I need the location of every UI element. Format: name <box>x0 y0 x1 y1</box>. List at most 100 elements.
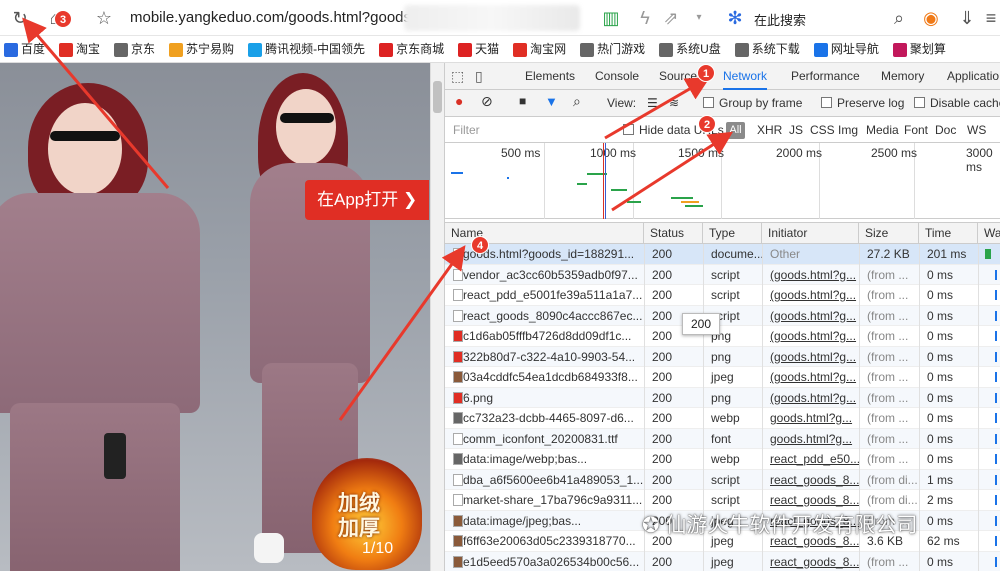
col-waterfall[interactable]: Wat <box>978 223 1000 244</box>
cell-name: 03a4cddfc54ea1dcdb684933f8... <box>463 370 638 384</box>
cell-initiator[interactable]: react_goods_8... <box>766 470 859 490</box>
filter-type-media[interactable]: Media <box>866 123 899 137</box>
filter-type-font[interactable]: Font <box>904 123 928 137</box>
request-row[interactable]: 322b80d7-c322-4a10-9903-54... 200 png (good… <box>445 346 1000 367</box>
col-status[interactable]: Status <box>644 223 703 244</box>
bookmark-item[interactable]: 聚划算 <box>889 36 946 62</box>
bookmark-item[interactable]: 天猫 <box>454 36 499 62</box>
request-row[interactable]: 6.png 200 png (goods.html?g... (from ... 0 ms <box>445 387 1000 408</box>
preserve-log-checkbox[interactable]: Preserve log <box>821 96 904 110</box>
inspect-icon[interactable]: ⬚ <box>451 63 464 90</box>
cell-initiator[interactable]: goods.html?g... <box>766 408 859 428</box>
timeline-overview[interactable]: 500 ms 1000 ms 1500 ms 2000 ms 2500 ms 3000 m… <box>445 143 1000 219</box>
cell-initiator[interactable]: (goods.html?g... <box>766 388 859 408</box>
filter-type-css[interactable]: CSS <box>810 123 835 137</box>
request-row[interactable]: 03a4cddfc54ea1dcdb684933f8... 200 jpeg (goo… <box>445 367 1000 388</box>
request-row[interactable]: e1d5eed570a3a026534b00c56... 200 jpeg react… <box>445 551 1000 571</box>
cell-initiator[interactable]: (goods.html?g... <box>766 265 859 285</box>
cell-initiator[interactable]: (goods.html?g... <box>766 347 859 367</box>
devtools-panel: ⬚ ▯ Elements Console Sources Network Per… <box>444 63 1000 571</box>
bookmark-item[interactable]: 京东商城 <box>375 36 444 62</box>
col-time[interactable]: Time <box>919 223 978 244</box>
bookmark-item[interactable]: 腾讯视频-中国领先 <box>244 36 365 62</box>
cell-initiator[interactable]: goods.html?g... <box>766 429 859 449</box>
bookmark-item[interactable]: 系统U盘 <box>655 36 721 62</box>
device-toolbar-icon[interactable]: ▯ <box>475 63 483 90</box>
large-rows-icon[interactable]: ☰ <box>647 96 658 110</box>
tab-memory[interactable]: Memory <box>881 63 924 90</box>
timeline-tick: 1000 ms <box>590 146 637 160</box>
filter-type-js[interactable]: JS <box>789 123 803 137</box>
cell-initiator[interactable]: (goods.html?g... <box>766 285 859 305</box>
cell-initiator[interactable]: Other <box>766 244 859 264</box>
tab-application[interactable]: Applicatio <box>947 63 999 90</box>
group-by-frame-checkbox[interactable]: Group by frame <box>703 96 802 110</box>
cell-initiator[interactable]: react_pdd_e50... <box>766 449 859 469</box>
cell-initiator[interactable]: react_goods_8... <box>766 490 859 510</box>
share-icon[interactable]: ⇗ <box>660 7 682 29</box>
scroll-thumb[interactable] <box>433 81 442 113</box>
bookmark-label: 系统U盘 <box>676 42 721 56</box>
tab-console[interactable]: Console <box>595 63 639 90</box>
timeline-segment <box>587 173 607 175</box>
tab-network[interactable]: Network <box>723 63 768 90</box>
bookmark-item[interactable]: 网址导航 <box>810 36 879 62</box>
bookmark-item[interactable]: 京东 <box>110 36 155 62</box>
request-row[interactable]: dba_a6f5600ee6b41a489053_1... 200 script re… <box>445 469 1000 490</box>
request-row[interactable]: react_pdd_e5001fe39a511a1a7... 200 script (… <box>445 285 1000 306</box>
page-scrollbar[interactable] <box>430 63 444 571</box>
cell-initiator[interactable]: (goods.html?g... <box>766 306 859 326</box>
star-icon[interactable]: ☆ <box>93 7 115 29</box>
filter-type-ws[interactable]: WS <box>967 123 986 137</box>
filter-input[interactable]: Filter <box>453 123 480 137</box>
lightning-icon[interactable]: ϟ <box>634 7 656 29</box>
request-row[interactable]: comm_iconfont_20200831.ttf 200 font goods.h… <box>445 428 1000 449</box>
tab-sources[interactable]: Sources <box>659 63 703 90</box>
request-row[interactable]: react_goods_8090c4accc867ec... 200 script(… <box>445 305 1000 326</box>
bookmark-item[interactable]: 系统下载 <box>731 36 800 62</box>
cell-initiator[interactable]: (goods.html?g... <box>766 367 859 387</box>
col-size[interactable]: Size <box>859 223 919 244</box>
tab-performance[interactable]: Performance <box>791 63 860 90</box>
dropdown-icon[interactable]: ▾ <box>688 7 710 29</box>
filter-type-doc[interactable]: Doc <box>935 123 956 137</box>
request-row[interactable]: cc732a23-dcbb-4465-8097-d6... 200 webp good… <box>445 408 1000 429</box>
cell-initiator[interactable]: react_goods_8... <box>766 552 859 571</box>
cell-initiator[interactable]: (goods.html?g... <box>766 326 859 346</box>
request-row[interactable]: vendor_ac3cc60b5359adb0f97... 200 script (g… <box>445 264 1000 285</box>
filter-icon[interactable]: ▼ <box>545 94 558 109</box>
baidu-paw-icon[interactable]: ✻ <box>724 7 746 29</box>
bookmark-item[interactable]: 热门游戏 <box>576 36 645 62</box>
col-initiator[interactable]: Initiator <box>762 223 859 244</box>
clear-icon[interactable]: ⊘ <box>481 93 493 110</box>
open-in-app-button[interactable]: 在App打开 ❯ <box>305 180 429 220</box>
col-type[interactable]: Type <box>703 223 762 244</box>
overview-icon[interactable]: ≋ <box>669 96 679 110</box>
request-row[interactable]: goods.html?goods_id=188291... 200 docume..… <box>445 244 1000 265</box>
filter-type-xhr[interactable]: XHR <box>757 123 782 137</box>
request-row[interactable]: c1d6ab05fffb4726d8dd09df1c... 200 png (good… <box>445 326 1000 347</box>
screenshot-icon[interactable]: ■ <box>519 94 526 108</box>
bookmark-item[interactable]: 苏宁易购 <box>165 36 234 62</box>
cell-size: 27.2 KB <box>867 247 910 261</box>
menu-icon[interactable]: ≡ <box>980 7 1000 29</box>
search-network-icon[interactable]: ⌕ <box>573 93 581 110</box>
reader-icon[interactable]: ▥ <box>600 7 622 29</box>
search-icon[interactable]: ⌕ <box>888 7 910 29</box>
record-icon[interactable]: ● <box>455 93 463 109</box>
url-field[interactable]: mobile.yangkeduo.com/goods.html?goods <box>130 9 414 26</box>
download-icon[interactable]: ⇓ <box>956 7 978 29</box>
bookmark-label: 淘宝网 <box>530 42 567 56</box>
request-row[interactable]: market-share_17ba796c9a9311... 200 script r… <box>445 490 1000 511</box>
bookmark-item[interactable]: 淘宝网 <box>509 36 567 62</box>
game-icon[interactable]: ◉ <box>920 7 942 29</box>
reload-icon[interactable]: ↻ <box>9 7 31 29</box>
tab-elements[interactable]: Elements <box>525 63 575 90</box>
disable-cache-checkbox[interactable]: Disable cache <box>914 96 1000 110</box>
filter-type-img[interactable]: Img <box>838 123 858 137</box>
filter-all-button[interactable]: All <box>726 122 745 139</box>
bookmark-item[interactable]: 百度 <box>0 36 45 62</box>
bookmark-item[interactable]: 淘宝 <box>55 36 100 62</box>
search-box[interactable]: 在此搜索 <box>754 10 806 29</box>
request-row[interactable]: data:image/webp;bas... 200 webp react_pdd_e… <box>445 449 1000 470</box>
